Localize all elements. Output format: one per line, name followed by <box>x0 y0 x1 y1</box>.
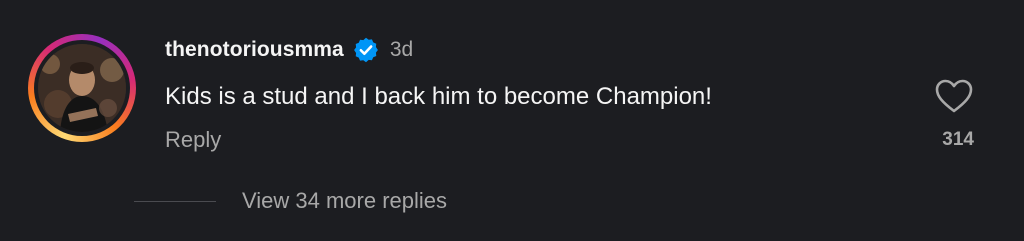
heart-icon <box>935 79 973 113</box>
like-button[interactable] <box>934 78 974 114</box>
avatar-gap <box>34 40 130 136</box>
timestamp: 3d <box>389 38 414 61</box>
verified-badge-icon <box>352 36 380 64</box>
comment: thenotoriousmma 3d Kids is a stud and I … <box>0 0 1024 241</box>
username[interactable]: thenotoriousmma <box>165 38 344 62</box>
like-count: 314 <box>942 129 974 150</box>
avatar[interactable] <box>38 44 126 132</box>
comment-text: Kids is a stud and I back him to become … <box>165 83 712 110</box>
view-replies-label: View 34 more replies <box>242 188 448 213</box>
comment-header: thenotoriousmma 3d <box>165 34 413 66</box>
avatar-image <box>38 44 126 132</box>
replies-divider <box>134 200 216 202</box>
view-replies-button[interactable]: View 34 more replies <box>134 188 447 214</box>
story-ring[interactable] <box>28 34 136 142</box>
reply-button[interactable]: Reply <box>165 127 221 153</box>
